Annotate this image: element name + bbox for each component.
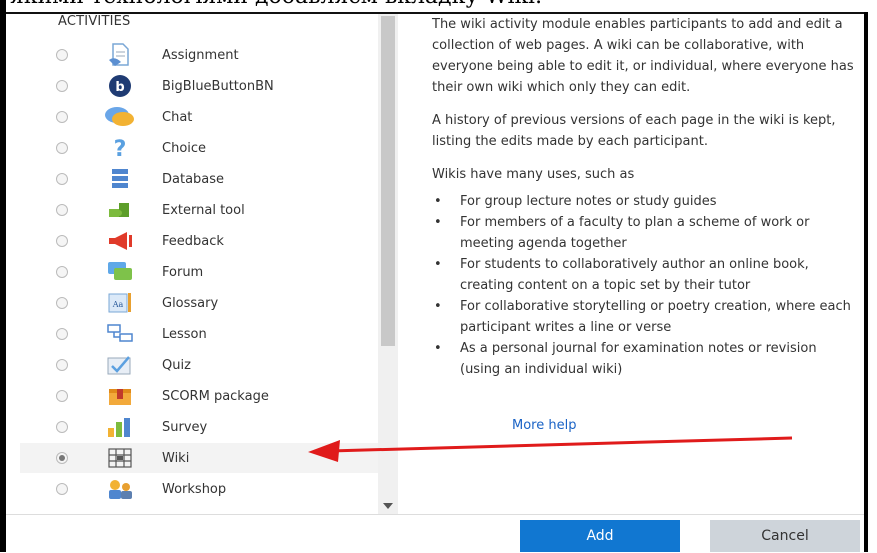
activities-header: ACTIVITIES bbox=[58, 14, 131, 29]
activity-label: Glossary bbox=[162, 295, 219, 311]
help-paragraph-3: Wikis have many uses, such as bbox=[432, 167, 635, 182]
activity-item-workshop[interactable]: Workshop bbox=[20, 474, 382, 504]
survey-icon bbox=[102, 415, 138, 439]
activity-item-forum[interactable]: Forum bbox=[20, 257, 382, 287]
radio-button[interactable] bbox=[56, 483, 68, 495]
external-tool-icon bbox=[102, 198, 138, 222]
svg-text:b: b bbox=[115, 80, 124, 95]
list-item: For members of a faculty to plan a schem… bbox=[434, 212, 857, 254]
activity-label: Survey bbox=[162, 419, 208, 435]
bigbluebutton-icon: b bbox=[102, 74, 138, 98]
radio-button[interactable] bbox=[56, 328, 68, 340]
activity-label: Feedback bbox=[162, 233, 224, 249]
radio-button[interactable] bbox=[56, 111, 68, 123]
glossary-icon: Aa bbox=[102, 291, 138, 315]
help-uses-list: For group lecture notes or study guides … bbox=[432, 191, 857, 380]
choice-icon: ? bbox=[102, 136, 138, 161]
activity-item-bigbluebuttonbn[interactable]: b BigBlueButtonBN bbox=[20, 71, 382, 101]
add-button[interactable]: Add bbox=[520, 520, 680, 552]
list-item: For group lecture notes or study guides bbox=[434, 191, 857, 212]
activity-item-choice[interactable]: ? Choice bbox=[20, 133, 382, 163]
scorm-icon bbox=[102, 384, 138, 408]
scroll-thumb[interactable] bbox=[381, 16, 395, 346]
help-paragraph-2: A history of previous versions of each p… bbox=[432, 113, 836, 149]
scroll-down-arrow-icon[interactable] bbox=[383, 503, 393, 509]
workshop-icon bbox=[102, 477, 138, 501]
radio-button[interactable] bbox=[56, 452, 68, 464]
activity-label: SCORM package bbox=[162, 388, 269, 404]
activity-item-database[interactable]: Database bbox=[20, 164, 382, 194]
list-item: As a personal journal for examination no… bbox=[434, 338, 857, 380]
cancel-button[interactable]: Cancel bbox=[710, 520, 860, 552]
activity-label: Wiki bbox=[162, 450, 190, 466]
svg-text:?: ? bbox=[114, 137, 127, 161]
activity-label: Database bbox=[162, 171, 225, 187]
radio-button[interactable] bbox=[56, 266, 68, 278]
radio-button[interactable] bbox=[56, 297, 68, 309]
radio-button[interactable] bbox=[56, 359, 68, 371]
radio-button[interactable] bbox=[56, 204, 68, 216]
activity-label: Lesson bbox=[162, 326, 207, 342]
radio-button[interactable] bbox=[56, 421, 68, 433]
lesson-icon bbox=[102, 322, 138, 346]
radio-button[interactable] bbox=[56, 235, 68, 247]
activity-label: Chat bbox=[162, 109, 193, 125]
cropped-caption: якими технологіями добавляєм вкладку Wik… bbox=[0, 0, 877, 12]
assignment-icon bbox=[102, 43, 138, 67]
activity-label: Forum bbox=[162, 264, 204, 280]
chat-icon bbox=[102, 105, 138, 129]
svg-text:Aa: Aa bbox=[112, 300, 124, 309]
database-icon bbox=[102, 167, 138, 191]
activity-item-lesson[interactable]: Lesson bbox=[20, 319, 382, 349]
activity-item-feedback[interactable]: Feedback bbox=[20, 226, 382, 256]
activity-label: Quiz bbox=[162, 357, 191, 373]
caption-text: якими технологіями добавляєм вкладку Wik… bbox=[10, 0, 542, 9]
radio-button[interactable] bbox=[56, 80, 68, 92]
radio-button[interactable] bbox=[56, 142, 68, 154]
activity-item-chat[interactable]: Chat bbox=[20, 102, 382, 132]
annotation-arrow-icon bbox=[308, 436, 793, 462]
radio-button[interactable] bbox=[56, 173, 68, 185]
activity-label: External tool bbox=[162, 202, 245, 218]
activity-item-quiz[interactable]: Quiz bbox=[20, 350, 382, 380]
activity-label: Assignment bbox=[162, 47, 239, 63]
radio-button[interactable] bbox=[56, 390, 68, 402]
forum-icon bbox=[102, 260, 138, 284]
activity-item-glossary[interactable]: Aa Glossary bbox=[20, 288, 382, 318]
activity-item-scorm-package[interactable]: SCORM package bbox=[20, 381, 382, 411]
help-paragraph-1: The wiki activity module enables partici… bbox=[432, 17, 854, 95]
activity-item-assignment[interactable]: Assignment bbox=[20, 40, 382, 70]
radio-button[interactable] bbox=[56, 49, 68, 61]
help-panel: The wiki activity module enables partici… bbox=[432, 14, 857, 380]
list-item: For students to collaboratively author a… bbox=[434, 254, 857, 296]
activity-label: BigBlueButtonBN bbox=[162, 78, 274, 94]
activity-item-external-tool[interactable]: External tool bbox=[20, 195, 382, 225]
wiki-icon bbox=[102, 446, 138, 470]
right-border bbox=[864, 12, 868, 552]
feedback-icon bbox=[102, 229, 138, 253]
quiz-icon bbox=[102, 353, 138, 377]
activity-label: Workshop bbox=[162, 481, 227, 497]
activity-label: Choice bbox=[162, 140, 207, 156]
list-item: For collaborative storytelling or poetry… bbox=[434, 296, 857, 338]
